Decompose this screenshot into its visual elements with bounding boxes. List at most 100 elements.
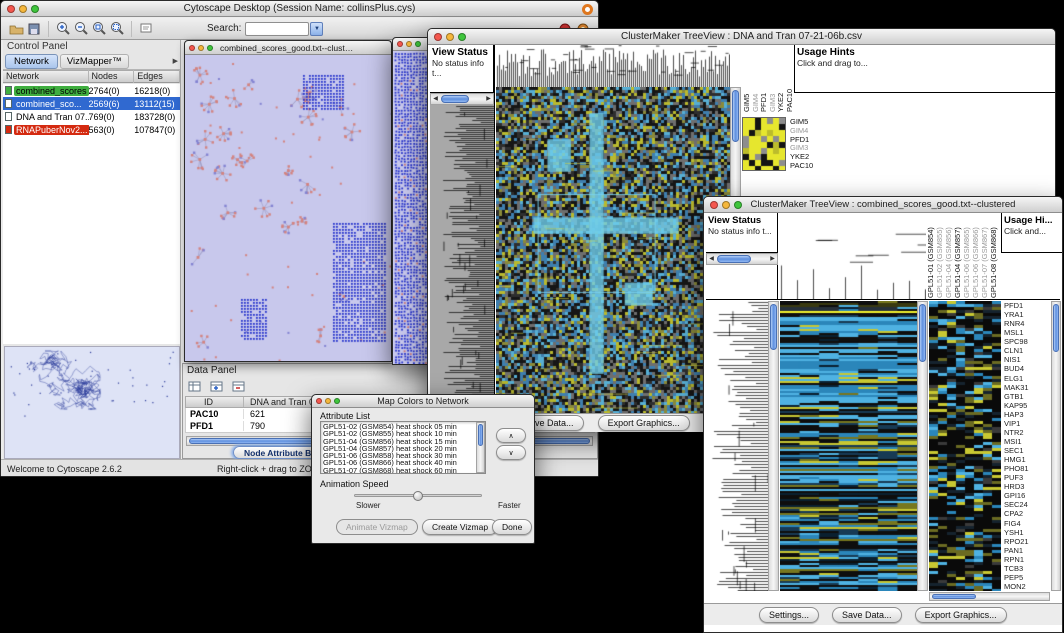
- column-label[interactable]: GIM5: [743, 46, 752, 112]
- gene-label[interactable]: SEC24: [1004, 500, 1050, 509]
- table-icon[interactable]: [185, 377, 203, 395]
- gene-label[interactable]: PUF3: [1004, 473, 1050, 482]
- gene-label[interactable]: FIG4: [1004, 519, 1050, 528]
- column-label[interactable]: GIM4: [752, 46, 761, 112]
- column-label[interactable]: GPL51-02 (GSM855): [935, 214, 944, 298]
- column-label[interactable]: GIM3: [769, 46, 778, 112]
- column-label[interactable]: GPL51-06 (GSM866): [971, 214, 980, 298]
- gene-label[interactable]: MON2: [1004, 582, 1050, 591]
- heatmap-canvas[interactable]: [496, 87, 730, 413]
- treeview-button[interactable]: Settings...: [759, 607, 819, 623]
- zoom-button[interactable]: [207, 45, 213, 51]
- attribute-list-item[interactable]: GPL51-02 (GSM855) heat shock 10 min: [323, 430, 483, 437]
- create-vizmap-button[interactable]: Create Vizmap: [422, 519, 498, 535]
- network-row[interactable]: RNAPuberNov2... 563(0) 107847(0): [3, 123, 180, 136]
- treeview-combined-title-bar[interactable]: ClusterMaker TreeView : combined_scores_…: [704, 197, 1062, 213]
- column-dendrogram-canvas[interactable]: [496, 45, 730, 87]
- treeview-button[interactable]: Export Graphics...: [598, 415, 690, 431]
- side-heatmap-canvas[interactable]: [929, 301, 1001, 591]
- tab-vizmapper[interactable]: VizMapper™: [60, 54, 129, 69]
- gene-label[interactable]: YRA1: [1004, 310, 1050, 319]
- treeview-button[interactable]: Save Data...: [832, 607, 902, 623]
- zoom-button[interactable]: [415, 41, 421, 47]
- gene-label[interactable]: HAP3: [1004, 410, 1050, 419]
- gene-label[interactable]: RNR4: [1004, 319, 1050, 328]
- network-overview-thumbnail[interactable]: [4, 346, 180, 459]
- gene-label[interactable]: ELG1: [1004, 374, 1050, 383]
- network-row[interactable]: DNA and Tran 07... 769(0) 183728(0): [3, 110, 180, 123]
- minimize-button[interactable]: [446, 33, 454, 41]
- heatmap-vscrollbar[interactable]: [917, 301, 928, 591]
- scroll-left-icon[interactable]: ◀: [707, 254, 716, 264]
- minimize-button[interactable]: [406, 41, 412, 47]
- attribute-list-item[interactable]: GPL51-04 (GSM857) heat shock 20 min: [323, 445, 483, 452]
- column-nodes[interactable]: Nodes: [89, 70, 135, 83]
- row-dendrogram-canvas[interactable]: [706, 301, 768, 591]
- gene-label[interactable]: HRD3: [1004, 482, 1050, 491]
- main-title-bar[interactable]: Cytoscape Desktop (Session Name: collins…: [1, 1, 598, 17]
- gene-label[interactable]: GTB1: [1004, 392, 1050, 401]
- gene-label[interactable]: PEP5: [1004, 573, 1050, 582]
- gene-label[interactable]: PFD1: [1004, 301, 1050, 310]
- map-dialog-title-bar[interactable]: Map Colors to Network: [312, 395, 534, 408]
- gene-label[interactable]: MSI1: [1004, 437, 1050, 446]
- gene-label[interactable]: RPO21: [1004, 537, 1050, 546]
- gene-label[interactable]: SPC98: [1004, 337, 1050, 346]
- close-button[interactable]: [189, 45, 195, 51]
- attribute-list-item[interactable]: GPL51-06 (GSM866) heat shock 40 min: [323, 459, 483, 466]
- zoom-button[interactable]: [458, 33, 466, 41]
- column-dendrogram-canvas[interactable]: [780, 213, 926, 299]
- column-label[interactable]: GPL51-06 (GSM865): [962, 214, 971, 298]
- scroll-right-icon[interactable]: ▶: [768, 254, 777, 264]
- attribute-list-item[interactable]: GPL51-04 (GSM856) heat shock 15 min: [323, 438, 483, 445]
- gene-label[interactable]: NTR2: [1004, 428, 1050, 437]
- gene-label[interactable]: BUD4: [1004, 364, 1050, 373]
- close-button[interactable]: [434, 33, 442, 41]
- zoom-in-icon[interactable]: [54, 20, 72, 38]
- gene-label[interactable]: MSL1: [1004, 328, 1050, 337]
- dendro-vscrollbar[interactable]: [768, 301, 779, 591]
- attribute-list-item[interactable]: GPL51-02 (GSM854) heat shock 05 min: [323, 423, 483, 430]
- open-folder-icon[interactable]: [7, 20, 25, 38]
- column-label[interactable]: GPL51-04 (GSM856): [944, 214, 953, 298]
- column-label[interactable]: GPL51-04 (GSM857): [953, 214, 962, 298]
- close-button[interactable]: [397, 41, 403, 47]
- dendro-hscrollbar[interactable]: ◀ ▶: [430, 93, 494, 105]
- scroll-left-icon[interactable]: ◀: [431, 94, 440, 104]
- animate-vizmap-button[interactable]: Animate Vizmap: [336, 519, 418, 535]
- zoom-selected-icon[interactable]: [90, 20, 108, 38]
- dendro-hscrollbar[interactable]: ◀ ▶: [706, 253, 778, 265]
- gene-label[interactable]: CLN1: [1004, 346, 1050, 355]
- close-button[interactable]: [7, 5, 15, 13]
- gene-label[interactable]: VIP1: [1004, 419, 1050, 428]
- attribute-list-scrollbar[interactable]: [476, 422, 485, 473]
- gene-label[interactable]: KAP95: [1004, 401, 1050, 410]
- gene-label[interactable]: RPN1: [1004, 555, 1050, 564]
- column-label[interactable]: GPL51-01 (GSM854): [926, 214, 935, 298]
- move-up-button[interactable]: ∧: [496, 428, 526, 443]
- minimap-heatmap-canvas[interactable]: [742, 117, 786, 171]
- gene-label[interactable]: PHO81: [1004, 464, 1050, 473]
- column-network[interactable]: Network: [3, 70, 89, 83]
- zoom-out-icon[interactable]: [72, 20, 90, 38]
- column-label[interactable]: GPL51-08 (GSM868): [989, 214, 998, 298]
- slider-thumb[interactable]: [413, 491, 423, 501]
- minimize-button[interactable]: [722, 201, 730, 209]
- zoom-fit-icon[interactable]: [108, 20, 126, 38]
- gene-label[interactable]: PAN1: [1004, 546, 1050, 555]
- column-id[interactable]: ID: [186, 397, 244, 407]
- gene-list-vscrollbar[interactable]: [1051, 301, 1061, 591]
- minimize-button[interactable]: [325, 398, 331, 404]
- table-add-icon[interactable]: [207, 377, 225, 395]
- zoom-button[interactable]: [31, 5, 39, 13]
- minimize-button[interactable]: [198, 45, 204, 51]
- move-down-button[interactable]: ∨: [496, 445, 526, 460]
- gene-label[interactable]: HMG1: [1004, 455, 1050, 464]
- network-graph-canvas[interactable]: [185, 55, 391, 361]
- search-dropdown-arrow-icon[interactable]: ▼: [310, 22, 323, 36]
- gene-label[interactable]: MAK31: [1004, 383, 1050, 392]
- close-button[interactable]: [316, 398, 322, 404]
- gene-label[interactable]: SEC1: [1004, 446, 1050, 455]
- save-icon[interactable]: [25, 20, 43, 38]
- gene-label[interactable]: GPI16: [1004, 491, 1050, 500]
